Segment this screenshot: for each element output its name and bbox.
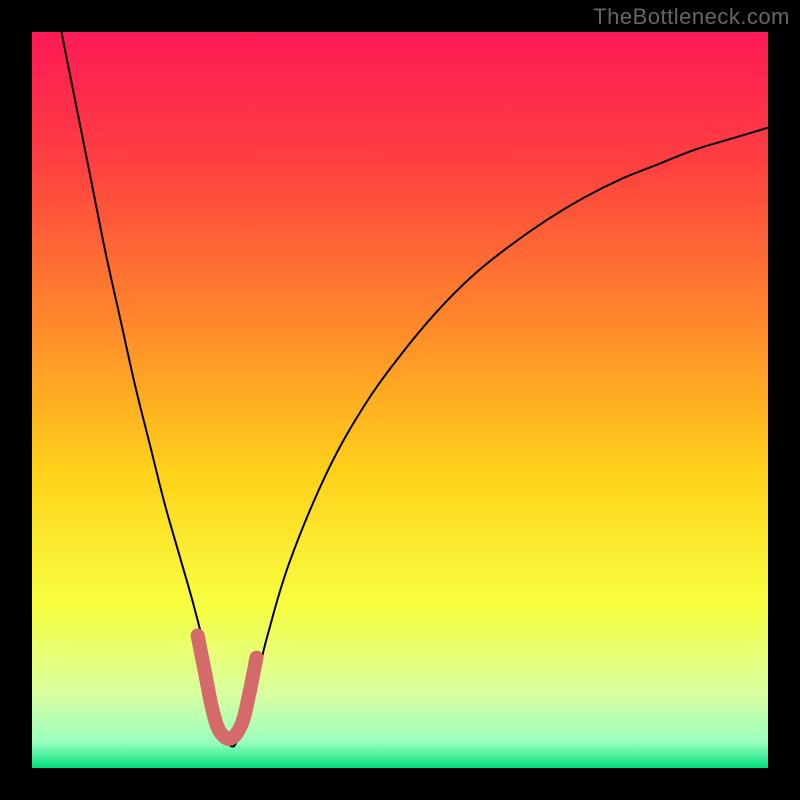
chart-background <box>32 32 768 768</box>
chart-frame: TheBottleneck.com <box>0 0 800 800</box>
watermark-text: TheBottleneck.com <box>593 4 790 30</box>
chart-svg <box>32 32 768 768</box>
plot-area <box>32 32 768 768</box>
